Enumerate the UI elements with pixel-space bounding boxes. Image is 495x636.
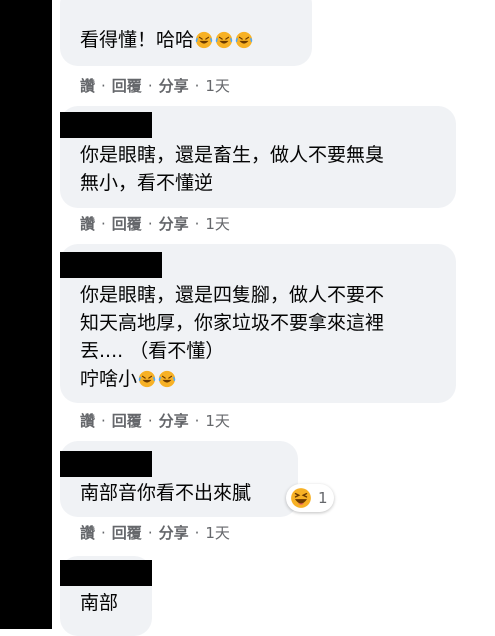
share-link[interactable]: 分享 (159, 77, 189, 95)
redacted-author-name (60, 112, 152, 138)
separator: · (101, 524, 106, 542)
like-link[interactable]: 讚 (80, 412, 95, 430)
rofl-emoji-icon (158, 370, 176, 388)
timestamp-link[interactable]: 1天 (205, 524, 230, 542)
separator: · (194, 524, 200, 542)
share-link[interactable]: 分享 (159, 412, 189, 430)
like-link[interactable]: 讚 (80, 215, 95, 233)
redacted-author-name (60, 560, 152, 586)
separator: · (147, 412, 153, 430)
separator: · (101, 77, 106, 95)
comment-text: 看得懂！哈哈 (80, 0, 290, 54)
like-link[interactable]: 讚 (80, 524, 95, 542)
share-link[interactable]: 分享 (159, 215, 189, 233)
separator: · (147, 524, 153, 542)
share-link[interactable]: 分享 (159, 524, 189, 542)
rofl-emoji-icon (195, 31, 213, 49)
reply-link[interactable]: 回覆 (112, 215, 142, 233)
separator: · (194, 215, 200, 233)
timestamp-link[interactable]: 1天 (205, 412, 230, 430)
separator: · (147, 215, 153, 233)
timestamp-link[interactable]: 1天 (205, 215, 230, 233)
separator: · (147, 77, 153, 95)
timestamp-link[interactable]: 1天 (205, 77, 230, 95)
comment-text-line: 知天高地厚，你家垃圾不要拿來這裡 (80, 312, 385, 334)
reply-link[interactable]: 回覆 (112, 77, 142, 95)
comment-text-line: 無小，看不懂逆 (80, 172, 214, 194)
comment-text-line: 你是眼瞎，還是畜生，做人不要無臭 (80, 144, 385, 166)
comment-text-line: 咛啥小 (80, 368, 138, 390)
comment-actions: 讚 · 回覆 · 分享 · 1天 (80, 213, 230, 235)
comment-text-line: 丟.... （看不懂） (80, 340, 225, 362)
reply-link[interactable]: 回覆 (112, 524, 142, 542)
haha-emoji-icon (290, 487, 312, 509)
rofl-emoji-icon (215, 31, 233, 49)
reaction-badge[interactable]: 1 (286, 484, 334, 512)
redacted-left-bar (0, 0, 52, 629)
comment-bubble: 看得懂！哈哈 (60, 0, 312, 66)
reaction-count: 1 (318, 489, 328, 507)
comment-actions: 讚 · 回覆 · 分享 · 1天 (80, 75, 230, 97)
separator: · (194, 77, 200, 95)
comment-actions: 讚 · 回覆 · 分享 · 1天 (80, 522, 230, 544)
like-link[interactable]: 讚 (80, 77, 95, 95)
rofl-emoji-icon (138, 370, 156, 388)
reply-link[interactable]: 回覆 (112, 412, 142, 430)
separator: · (101, 412, 106, 430)
comment-actions: 讚 · 回覆 · 分享 · 1天 (80, 410, 230, 432)
comment-text-line: 看得懂！哈哈 (80, 29, 195, 51)
redacted-author-name (60, 451, 152, 477)
redacted-author-name (60, 252, 162, 278)
separator: · (101, 215, 106, 233)
rofl-emoji-icon (235, 31, 253, 49)
comment-text-line: 你是眼瞎，還是四隻腳，做人不要不 (80, 284, 385, 306)
separator: · (194, 412, 200, 430)
